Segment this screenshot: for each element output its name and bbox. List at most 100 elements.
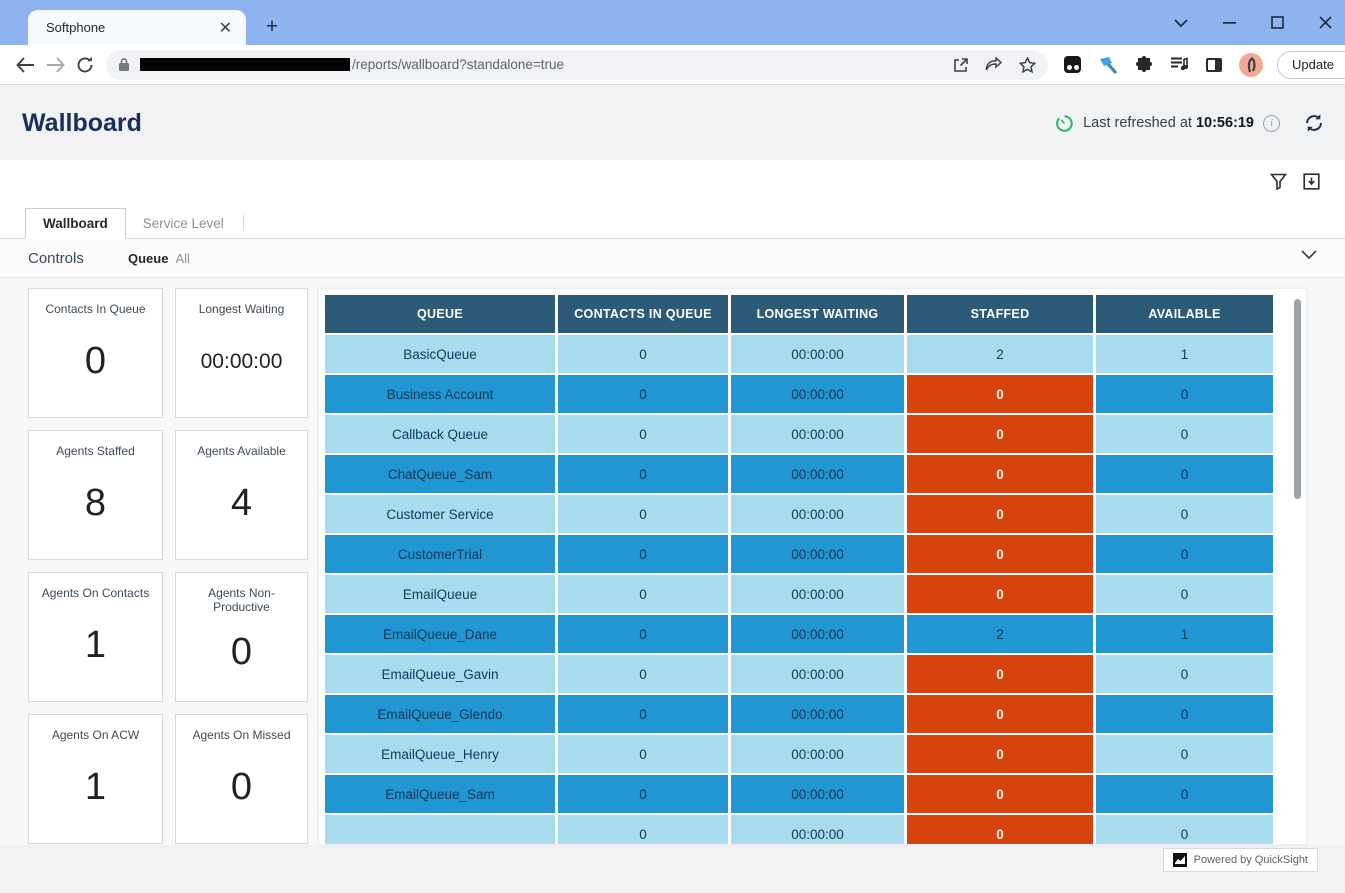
table-header-cell: LONGEST WAITING bbox=[731, 295, 904, 333]
side-panel-icon[interactable] bbox=[1206, 58, 1222, 72]
powered-by-text: Powered by QuickSight bbox=[1194, 854, 1308, 866]
table-cell-available: 0 bbox=[1096, 575, 1273, 613]
table-row: 000:00:0000 bbox=[325, 815, 1273, 845]
queue-filter-control[interactable]: Queue All bbox=[128, 251, 190, 266]
info-icon[interactable]: i bbox=[1263, 115, 1280, 132]
redacted-url-segment bbox=[140, 58, 350, 71]
table-row: EmailQueue_Gavin000:00:0000 bbox=[325, 655, 1273, 693]
table-cell-longest: 00:00:00 bbox=[731, 535, 904, 573]
close-window-button[interactable] bbox=[1315, 16, 1335, 29]
share-icon[interactable] bbox=[985, 57, 1003, 72]
kpi-card: Agents On Contacts1 bbox=[28, 572, 163, 702]
table-row: Callback Queue000:00:0000 bbox=[325, 415, 1273, 453]
quicksight-badge: Powered by QuickSight bbox=[1163, 848, 1318, 872]
table-cell-longest: 00:00:00 bbox=[731, 695, 904, 733]
table-cell-staffed: 0 bbox=[907, 695, 1093, 733]
table-cell-available: 1 bbox=[1096, 615, 1273, 653]
extensions-puzzle-icon[interactable] bbox=[1135, 56, 1153, 74]
sheet-tabstrip: Wallboard Service Level bbox=[0, 208, 1345, 239]
table-cell-longest: 00:00:00 bbox=[731, 655, 904, 693]
table-cell-available: 0 bbox=[1096, 375, 1273, 413]
table-cell-staffed: 0 bbox=[907, 455, 1093, 493]
table-row: Customer Service000:00:0000 bbox=[325, 495, 1273, 533]
table-row: BasicQueue000:00:0021 bbox=[325, 335, 1273, 373]
dashboard-sheet: Wallboard Service Level Controls Queue A… bbox=[0, 160, 1345, 845]
table-cell-contacts: 0 bbox=[558, 535, 728, 573]
bookmark-star-icon[interactable] bbox=[1019, 57, 1036, 73]
update-button[interactable]: Update ⋮ bbox=[1277, 51, 1345, 79]
table-cell-available: 0 bbox=[1096, 695, 1273, 733]
table-cell-staffed: 0 bbox=[907, 535, 1093, 573]
table-header-cell: QUEUE bbox=[325, 295, 555, 333]
tab-service-level[interactable]: Service Level bbox=[126, 208, 241, 239]
kpi-title: Agents On Missed bbox=[186, 728, 296, 742]
url-text: /reports/wallboard?standalone=true bbox=[352, 57, 945, 72]
update-label: Update bbox=[1292, 57, 1334, 72]
queue-filter-name: Queue bbox=[128, 251, 168, 266]
browser-toolbar: /reports/wallboard?standalone=true bbox=[0, 45, 1345, 85]
new-tab-button[interactable]: + bbox=[258, 13, 286, 41]
kpi-title: Agents On ACW bbox=[46, 728, 145, 742]
extension-dark-icon[interactable] bbox=[1064, 56, 1081, 73]
table-cell-queue: ChatQueue_Sam bbox=[325, 455, 555, 493]
kpi-grid: Contacts In Queue0Longest Waiting00:00:0… bbox=[28, 288, 308, 844]
browser-menu-kebab-icon[interactable]: ⋮ bbox=[1340, 57, 1345, 72]
controls-collapse-chevron-icon[interactable] bbox=[1301, 250, 1317, 259]
minimize-button[interactable] bbox=[1219, 22, 1239, 24]
table-cell-contacts: 0 bbox=[558, 335, 728, 373]
table-cell-longest: 00:00:00 bbox=[731, 815, 904, 845]
table-cell-contacts: 0 bbox=[558, 615, 728, 653]
open-in-new-icon[interactable] bbox=[953, 57, 969, 73]
forward-button[interactable] bbox=[40, 50, 70, 80]
table-cell-queue: EmailQueue_Gavin bbox=[325, 655, 555, 693]
table-row: EmailQueue_Henry000:00:0000 bbox=[325, 735, 1273, 773]
table-row: EmailQueue000:00:0000 bbox=[325, 575, 1273, 613]
table-cell-staffed: 0 bbox=[907, 495, 1093, 533]
table-cell-contacts: 0 bbox=[558, 375, 728, 413]
table-cell-queue: Customer Service bbox=[325, 495, 555, 533]
table-cell-staffed: 0 bbox=[907, 375, 1093, 413]
back-button[interactable] bbox=[10, 50, 40, 80]
table-cell-staffed: 0 bbox=[907, 575, 1093, 613]
table-cell-staffed: 0 bbox=[907, 415, 1093, 453]
queue-table-card: QUEUECONTACTS IN QUEUELONGEST WAITINGSTA… bbox=[318, 288, 1307, 845]
table-cell-available: 1 bbox=[1096, 335, 1273, 373]
browser-tab-title: Softphone bbox=[46, 20, 215, 35]
playlist-music-icon[interactable] bbox=[1170, 56, 1189, 73]
table-cell-staffed: 0 bbox=[907, 735, 1093, 773]
kpi-title: Agents On Contacts bbox=[36, 586, 155, 600]
filter-icon[interactable] bbox=[1270, 173, 1287, 190]
export-icon[interactable] bbox=[1303, 173, 1320, 190]
table-scrollbar-thumb[interactable] bbox=[1294, 299, 1301, 499]
tab-wallboard[interactable]: Wallboard bbox=[25, 208, 126, 239]
tab-search-chevron-icon[interactable] bbox=[1171, 19, 1191, 27]
table-cell-contacts: 0 bbox=[558, 735, 728, 773]
kpi-title: Contacts In Queue bbox=[39, 302, 151, 316]
table-row: ChatQueue_Sam000:00:0000 bbox=[325, 455, 1273, 493]
quicksight-logo-icon bbox=[1173, 853, 1187, 867]
kpi-card: Contacts In Queue0 bbox=[28, 288, 163, 418]
table-cell-available: 0 bbox=[1096, 535, 1273, 573]
page-title: Wallboard bbox=[22, 109, 142, 138]
controls-bar: Controls Queue All bbox=[0, 239, 1345, 278]
browser-tab[interactable]: Softphone ✕ bbox=[28, 10, 246, 45]
reload-button[interactable] bbox=[70, 50, 100, 80]
tab-close-icon[interactable]: ✕ bbox=[215, 18, 236, 38]
kpi-card: Agents On Missed0 bbox=[175, 714, 308, 844]
dashboard-body: Contacts In Queue0Longest Waiting00:00:0… bbox=[0, 278, 1345, 845]
refresh-button[interactable] bbox=[1303, 113, 1325, 133]
browser-titlebar: Softphone ✕ + bbox=[0, 0, 1345, 45]
table-cell-longest: 00:00:00 bbox=[731, 775, 904, 813]
table-row: EmailQueue_Sam000:00:0000 bbox=[325, 775, 1273, 813]
table-cell-contacts: 0 bbox=[558, 775, 728, 813]
table-cell-contacts: 0 bbox=[558, 455, 728, 493]
kpi-value: 4 bbox=[231, 458, 252, 559]
kpi-card: Agents Staffed8 bbox=[28, 430, 163, 560]
table-row: Business Account000:00:0000 bbox=[325, 375, 1273, 413]
profile-avatar[interactable] bbox=[1239, 53, 1263, 77]
maximize-button[interactable] bbox=[1267, 16, 1287, 29]
extension-axe-icon[interactable] bbox=[1098, 56, 1118, 74]
last-refreshed-text: Last refreshed at 10:56:19 bbox=[1083, 115, 1254, 131]
kpi-title: Agents Staffed bbox=[50, 444, 141, 458]
url-bar[interactable]: /reports/wallboard?standalone=true bbox=[106, 50, 1048, 80]
